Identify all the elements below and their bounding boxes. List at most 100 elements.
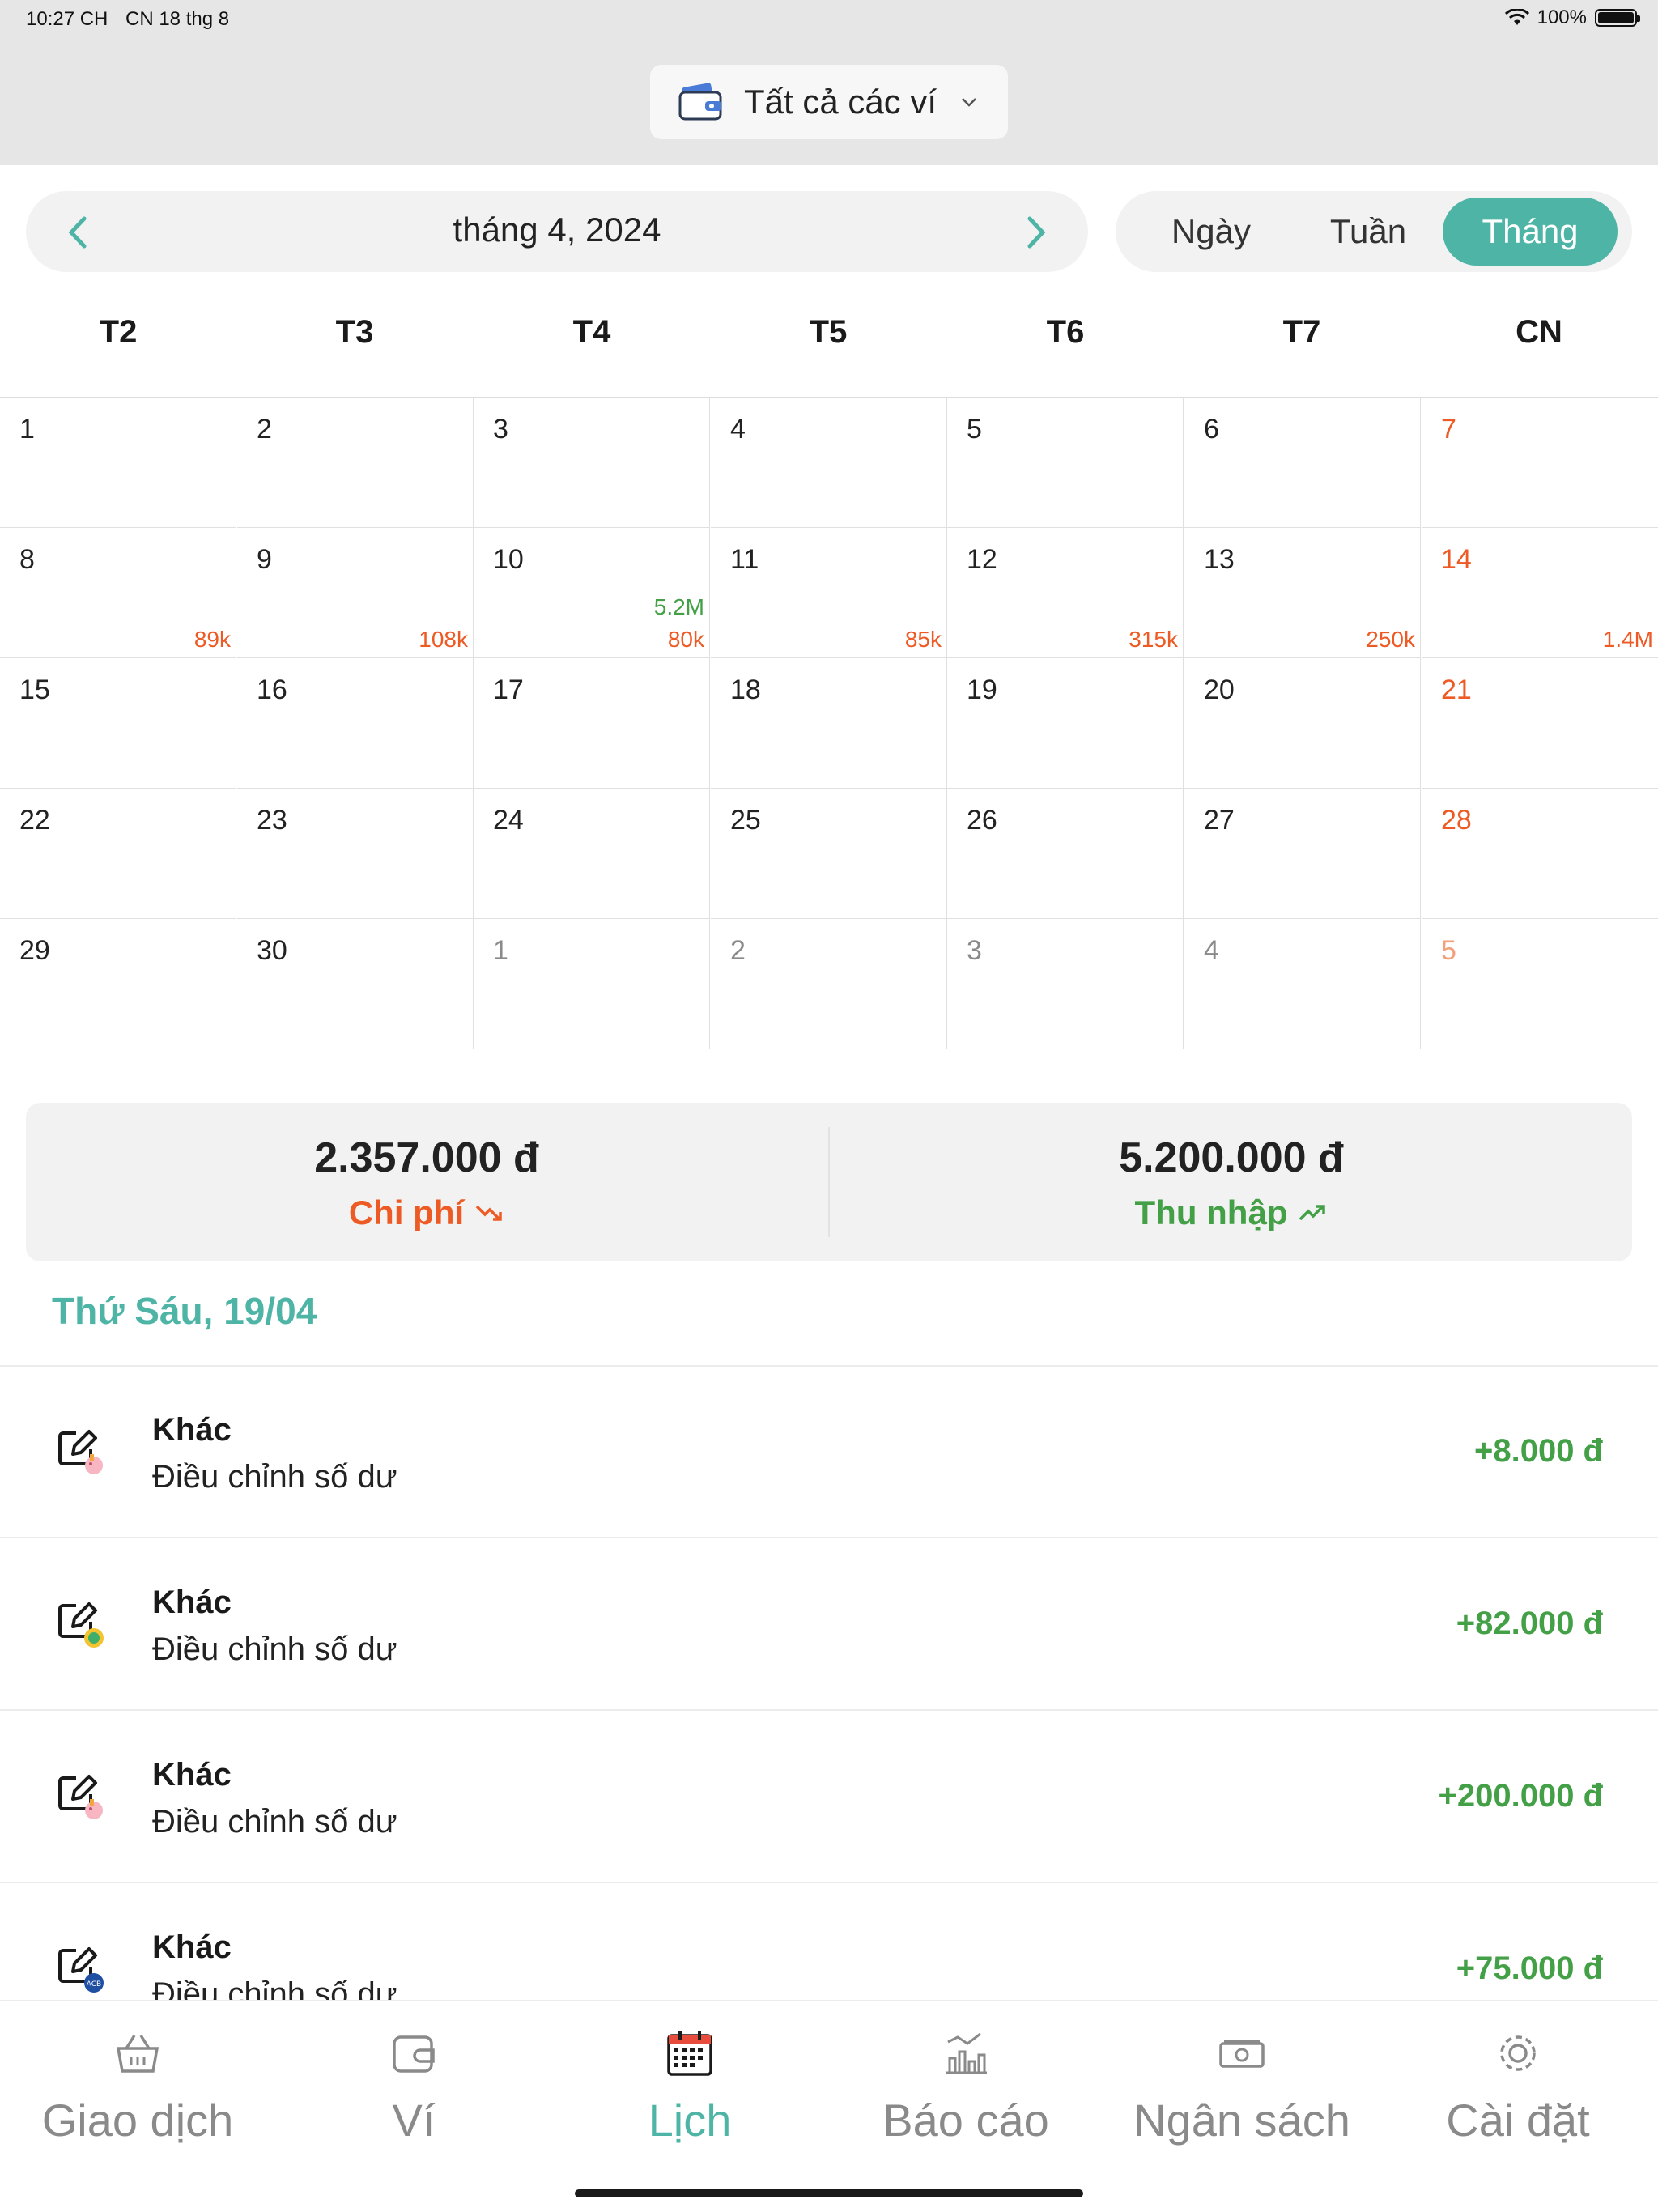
calendar-day-number: 9 [257,544,272,575]
calendar-day-number: 24 [493,805,524,836]
wallet-selector[interactable]: Tất cả các ví [650,65,1008,139]
money-icon [1219,2040,1265,2068]
calendar-day-cell[interactable]: 12 315k [947,528,1184,658]
calendar-day-number: 12 [967,544,997,575]
calendar-day-cell[interactable]: 11 85k [711,528,947,658]
month-navigator: tháng 4, 2024 [26,191,1088,272]
calendar-day-number: 1 [19,414,35,445]
transaction-category: Khác [152,1757,232,1793]
calendar-day-cell[interactable]: 19 [947,658,1184,789]
calendar-day-number: 27 [1204,805,1235,836]
calendar-day-cell[interactable]: 4 [711,398,947,528]
calendar-day-number: 19 [967,674,997,705]
calendar-day-cell[interactable]: 5 [1422,919,1658,1049]
weekday-label: T2 [99,314,138,350]
calendar-day-cell[interactable]: 25 [711,789,947,919]
calendar-day-number: 25 [730,805,761,836]
transaction-amount: +200.000 đ [1438,1778,1604,1814]
income-label: Thu nhập [1134,1193,1288,1231]
tab-gear[interactable]: Cài đặt [1380,2027,1656,2146]
edit-balance-icon: ACB [58,1947,104,1993]
weekday-label: T4 [572,314,611,350]
calendar-day-cell[interactable]: 16 [237,658,474,789]
transaction-row[interactable]: Khác Điều chỉnh số dư +8.000 đ [0,1367,1658,1538]
calendar-day-cell[interactable]: 28 [1422,789,1658,919]
tab-basket[interactable]: Giao dịch [0,2027,275,2146]
calendar-day-cell[interactable]: 6 [1184,398,1421,528]
weekday-label: T7 [1282,314,1321,350]
calendar-day-cell[interactable]: 21 [1422,658,1658,789]
tab-money[interactable]: Ngân sách [1104,2027,1380,2146]
basket-icon [116,2035,159,2073]
expense-summary: 2.357.000 đ Chi phí [26,1134,827,1232]
weekday-label: T5 [809,314,848,350]
calendar-day-number: 22 [19,805,50,836]
calendar-day-number: 23 [257,805,287,836]
calendar-day-cell[interactable]: 3 [947,919,1184,1049]
calendar-day-cell[interactable]: 2 [237,398,474,528]
tab-wallet[interactable]: Ví [276,2027,551,2146]
day-expense-total: 250k [1366,627,1415,652]
status-time: 10:27 CH [26,8,108,30]
tab-label: Ngân sách [1133,2095,1350,2146]
calendar-day-number: 15 [19,674,50,705]
calendar-day-cell[interactable]: 30 [237,919,474,1049]
tab-month[interactable]: Tháng [1443,198,1618,266]
transaction-row[interactable]: Khác Điều chỉnh số dư +82.000 đ [0,1539,1658,1711]
status-date: CN 18 thg 8 [125,8,230,30]
tab-calendar[interactable]: Lịch [552,2027,827,2146]
calendar-day-cell[interactable]: 22 [0,789,236,919]
calendar-day-cell[interactable]: 20 [1184,658,1421,789]
day-expense-total: 108k [419,627,468,652]
tab-day[interactable]: Ngày [1135,198,1287,266]
tab-label: Lịch [648,2095,732,2146]
calendar-day-cell[interactable]: 23 [237,789,474,919]
calendar-day-cell[interactable]: 1 [0,398,236,528]
calendar-day-cell[interactable]: 18 [711,658,947,789]
calendar-day-number: 21 [1441,674,1472,705]
calendar-day-cell[interactable]: 4 [1184,919,1421,1049]
svg-text:ACB: ACB [87,1980,101,1989]
calendar-day-cell[interactable]: 2 [711,919,947,1049]
weekday-label: T3 [335,314,374,350]
calendar-day-cell[interactable]: 13 250k [1184,528,1421,658]
calendar-day-cell[interactable]: 17 [474,658,710,789]
transaction-row[interactable]: Khác Điều chỉnh số dư +200.000 đ [0,1712,1658,1883]
calendar-day-cell[interactable]: 29 [0,919,236,1049]
expense-label: Chi phí [348,1193,465,1231]
calendar-day-number: 13 [1204,544,1235,575]
calendar-day-cell[interactable]: 24 [474,789,710,919]
gear-icon [1500,2035,1536,2071]
expense-total: 2.357.000 đ [314,1134,539,1181]
calendar-day-number: 7 [1441,414,1456,445]
calendar-icon [667,2031,712,2076]
transaction-note: Điều chỉnh số dư [152,1459,397,1495]
tab-report[interactable]: Báo cáo [828,2027,1103,2146]
calendar-day-cell[interactable]: 5 [947,398,1184,528]
calendar-day-cell[interactable]: 7 [1422,398,1658,528]
calendar-day-cell[interactable]: 10 5.2M 80k [474,528,710,658]
chevron-right-icon[interactable] [1015,212,1056,253]
transaction-note: Điều chỉnh số dư [152,1631,397,1667]
calendar-day-number: 3 [493,414,508,445]
calendar-day-number: 4 [1204,935,1219,966]
tab-label: Báo cáo [882,2095,1049,2146]
wifi-icon [1504,9,1529,25]
tab-label: Cài đặt [1446,2095,1590,2146]
day-expense-total: 315k [1129,627,1178,652]
transaction-amount: +75.000 đ [1456,1950,1603,1986]
calendar-day-number: 18 [730,674,761,705]
tab-week[interactable]: Tuần [1292,198,1444,266]
calendar-day-cell[interactable]: 27 [1184,789,1421,919]
calendar-day-cell[interactable]: 14 1.4M [1422,528,1658,658]
calendar-day-cell[interactable]: 9 108k [237,528,474,658]
calendar-day-cell[interactable]: 3 [474,398,710,528]
wallet-selector-label: Tất cả các ví [744,83,937,121]
calendar-day-cell[interactable]: 26 [947,789,1184,919]
month-title[interactable]: tháng 4, 2024 [26,211,1088,249]
calendar-day-cell[interactable]: 1 [474,919,710,1049]
calendar-day-cell[interactable]: 15 [0,658,236,789]
calendar-day-cell[interactable]: 8 89k [0,528,236,658]
chevron-down-icon [962,98,976,107]
tab-bar: Giao dịch Ví Lịch Báo cáo Ngân sách Cài đặt [0,2000,1658,2212]
